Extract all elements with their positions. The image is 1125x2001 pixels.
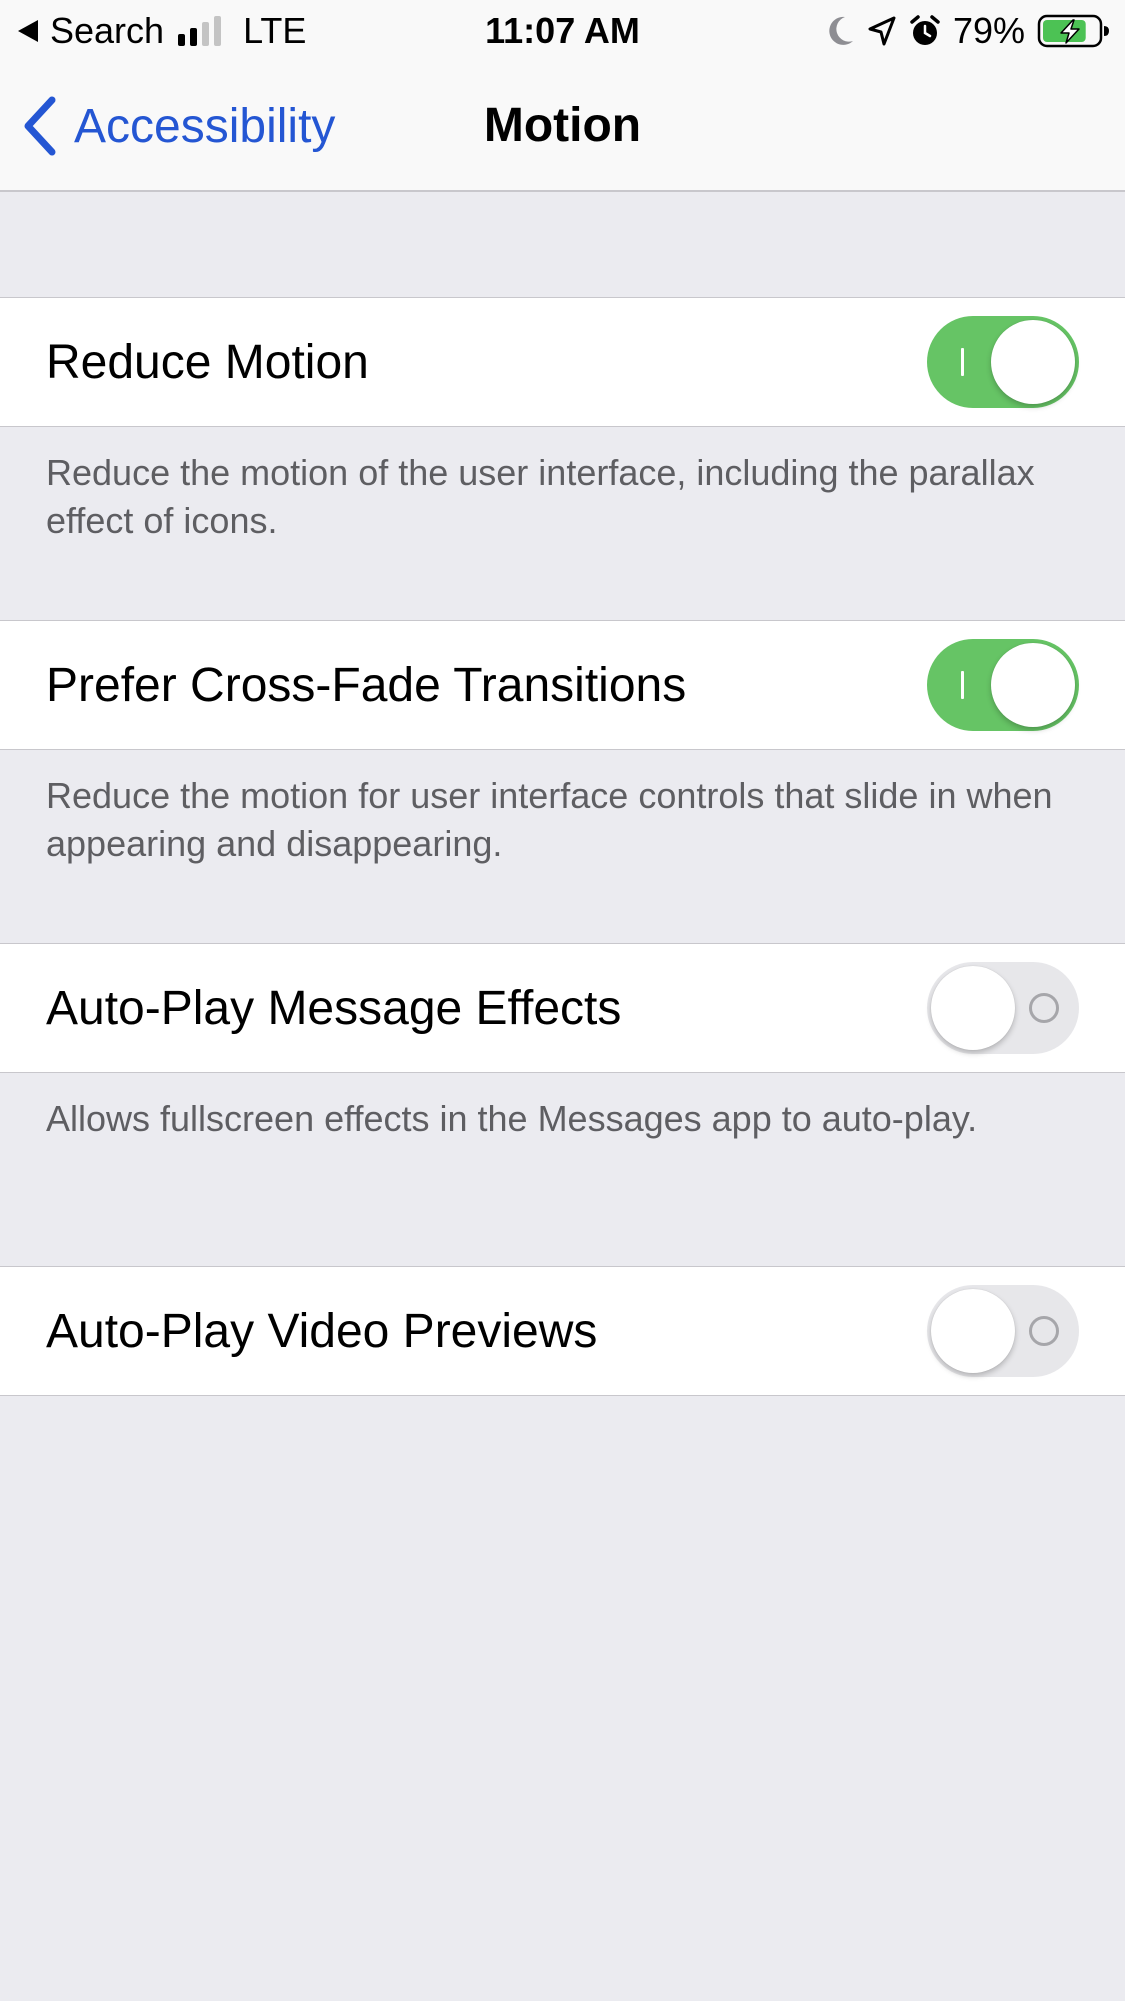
battery-percent: 79% xyxy=(952,10,1025,51)
navigation-bar: Accessibility Motion xyxy=(0,62,1125,192)
status-bar: Search LTE 11:07 AM 79% xyxy=(0,0,1125,62)
video-previews-label: Auto-Play Video Previews xyxy=(46,1304,598,1358)
chevron-left-icon xyxy=(24,96,56,156)
moon-icon xyxy=(825,15,855,47)
reduce-motion-row: Reduce Motion xyxy=(0,297,1125,427)
back-button[interactable]: Accessibility xyxy=(22,94,335,158)
video-previews-toggle[interactable] xyxy=(927,1285,1079,1377)
toggle-off-mark-icon xyxy=(1029,993,1059,1023)
cross-fade-row: Prefer Cross-Fade Transitions xyxy=(0,620,1125,750)
location-icon xyxy=(867,15,897,47)
battery-charging-icon xyxy=(1037,14,1111,48)
reduce-motion-footer: Reduce the motion of the user interface,… xyxy=(46,452,1035,541)
cross-fade-label: Prefer Cross-Fade Transitions xyxy=(46,658,687,712)
toggle-knob xyxy=(991,320,1075,404)
settings-list: Reduce Motion Reduce the motion of the u… xyxy=(0,192,1125,1396)
cross-fade-toggle[interactable] xyxy=(927,639,1079,731)
toggle-on-mark-icon xyxy=(961,348,964,376)
cross-fade-footer: Reduce the motion for user interface con… xyxy=(46,775,1053,864)
message-effects-footer: Allows fullscreen effects in the Message… xyxy=(46,1098,978,1139)
video-previews-row: Auto-Play Video Previews xyxy=(0,1266,1125,1396)
message-effects-row: Auto-Play Message Effects xyxy=(0,943,1125,1073)
alarm-icon xyxy=(909,14,941,48)
reduce-motion-label: Reduce Motion xyxy=(46,335,369,389)
status-bar-right: 79% xyxy=(825,8,1111,54)
message-effects-toggle[interactable] xyxy=(927,962,1079,1054)
toggle-knob xyxy=(931,1289,1015,1373)
toggle-knob xyxy=(991,643,1075,727)
toggle-off-mark-icon xyxy=(1029,1316,1059,1346)
back-button-label: Accessibility xyxy=(74,99,336,153)
toggle-on-mark-icon xyxy=(961,671,964,699)
reduce-motion-toggle[interactable] xyxy=(927,316,1079,408)
message-effects-label: Auto-Play Message Effects xyxy=(46,981,622,1035)
toggle-knob xyxy=(931,966,1015,1050)
